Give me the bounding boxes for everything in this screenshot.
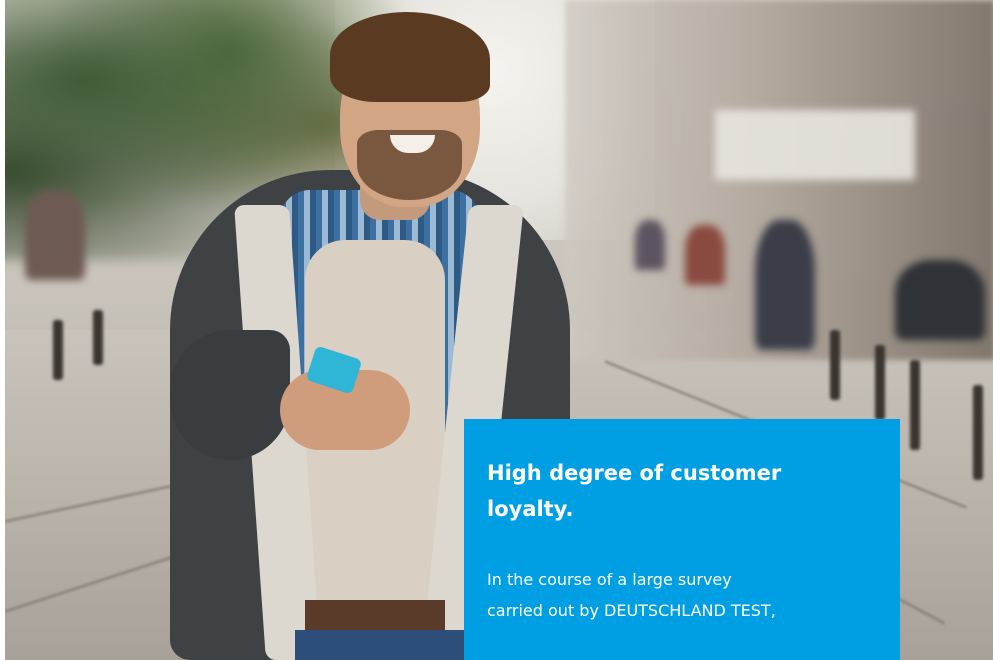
street-bollard [910,360,920,450]
shop-awning [715,110,915,180]
street-bollard [973,385,983,480]
person-tshirt [305,240,445,660]
pedestrian-blur [755,220,815,350]
person-arm [170,330,290,460]
street-bollard [830,330,840,400]
info-card-title: High degree of customer loyalty. [487,455,847,527]
info-card-body-line: In the course of a large survey [487,570,732,589]
person-belt [305,600,445,630]
pedestrian-blur [685,225,725,285]
person-jeans [295,630,465,660]
info-card-title-line: High degree of customer [487,461,782,485]
pedestrian-blur [25,190,85,280]
street-bollard [53,320,63,380]
parked-car-blur [895,260,985,340]
street-bollard [93,310,103,365]
street-bollard [875,345,885,420]
info-card: High degree of customer loyalty. In the … [464,419,900,660]
info-card-title-line: loyalty. [487,497,574,521]
pedestrian-blur [635,220,665,270]
info-card-body-line: carried out by DEUTSCHLAND TEST, [487,601,776,620]
info-card-body: In the course of a large survey carried … [487,564,887,626]
person-hair [330,12,490,102]
page: High degree of customer loyalty. In the … [0,0,993,660]
